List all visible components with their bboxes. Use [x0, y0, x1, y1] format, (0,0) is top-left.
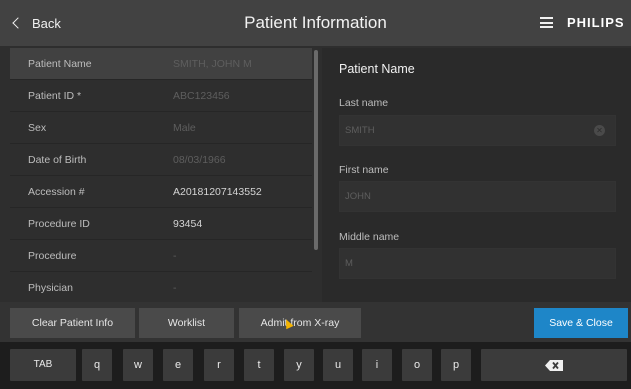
clear-icon[interactable]: ✕	[594, 125, 605, 136]
row-value: 08/03/1966	[173, 153, 226, 166]
patient-info-list: Patient Name SMITH, JOHN M Patient ID * …	[10, 48, 312, 302]
key-q[interactable]: q	[82, 349, 112, 381]
chevron-left-icon	[12, 17, 24, 29]
key-p[interactable]: p	[441, 349, 471, 381]
row-label: Procedure ID	[28, 217, 90, 230]
key-w[interactable]: w	[123, 349, 153, 381]
row-value: ABC123456	[173, 89, 230, 102]
list-row-accession[interactable]: Accession # A20181207143552	[10, 176, 312, 208]
key-backspace[interactable]	[481, 349, 627, 381]
key-y[interactable]: y	[284, 349, 314, 381]
row-label: Patient ID *	[28, 89, 82, 102]
row-value: Male	[173, 121, 196, 134]
list-row-procedure-id[interactable]: Procedure ID 93454	[10, 208, 312, 240]
header-bar: Back Patient Information PHILIPS	[0, 0, 631, 46]
row-value: A20181207143552	[173, 185, 262, 198]
on-screen-keyboard: TAB q w e r t y u i o p	[0, 342, 631, 389]
first-name-input[interactable]: JOHN	[339, 181, 616, 212]
row-value: 93454	[173, 217, 203, 230]
list-scrollbar[interactable]	[314, 50, 318, 250]
middle-name-value: M	[345, 258, 353, 269]
backspace-icon	[545, 359, 563, 371]
row-label: Sex	[28, 121, 47, 134]
row-value: -	[173, 249, 177, 262]
key-t[interactable]: t	[244, 349, 274, 381]
row-value: SMITH, JOHN M	[173, 57, 252, 70]
list-row-physician[interactable]: Physician -	[10, 272, 312, 302]
page-title: Patient Information	[244, 13, 387, 32]
back-label: Back	[32, 15, 61, 31]
worklist-button[interactable]: Worklist	[139, 308, 234, 338]
last-name-label: Last name	[339, 97, 389, 109]
list-row-date-of-birth[interactable]: Date of Birth 08/03/1966	[10, 144, 312, 176]
row-label: Date of Birth	[28, 153, 87, 166]
middle-name-input[interactable]: M	[339, 248, 616, 279]
key-e[interactable]: e	[163, 349, 193, 381]
key-u[interactable]: u	[323, 349, 353, 381]
list-row-patient-id[interactable]: Patient ID * ABC123456	[10, 80, 312, 112]
row-label: Patient Name	[28, 57, 92, 70]
key-i[interactable]: i	[362, 349, 392, 381]
key-o[interactable]: o	[402, 349, 432, 381]
hamburger-menu-icon[interactable]	[540, 17, 553, 28]
key-tab[interactable]: TAB	[10, 349, 76, 381]
back-button[interactable]: Back	[12, 0, 61, 46]
key-r[interactable]: r	[204, 349, 234, 381]
first-name-label: First name	[339, 164, 389, 176]
section-title: Patient Name	[339, 62, 415, 76]
brand-logo: PHILIPS	[567, 15, 625, 30]
list-row-patient-name[interactable]: Patient Name SMITH, JOHN M	[10, 48, 312, 80]
row-label: Physician	[28, 281, 73, 294]
first-name-value: JOHN	[345, 191, 371, 202]
clear-patient-info-button[interactable]: Clear Patient Info	[10, 308, 135, 338]
last-name-value: SMITH	[345, 125, 375, 136]
last-name-input[interactable]: SMITH ✕	[339, 115, 616, 146]
save-and-close-button[interactable]: Save & Close	[534, 308, 628, 338]
action-bar: Clear Patient Info Worklist Admit from X…	[0, 302, 631, 342]
row-value: -	[173, 281, 177, 294]
list-row-procedure[interactable]: Procedure -	[10, 240, 312, 272]
row-label: Procedure	[28, 249, 77, 262]
middle-name-label: Middle name	[339, 231, 400, 243]
patient-name-editor: Patient Name Last name SMITH ✕ First nam…	[322, 48, 631, 302]
row-label: Accession #	[28, 185, 85, 198]
list-row-sex[interactable]: Sex Male	[10, 112, 312, 144]
admit-from-xray-button[interactable]: Admit from X-ray	[239, 308, 361, 338]
